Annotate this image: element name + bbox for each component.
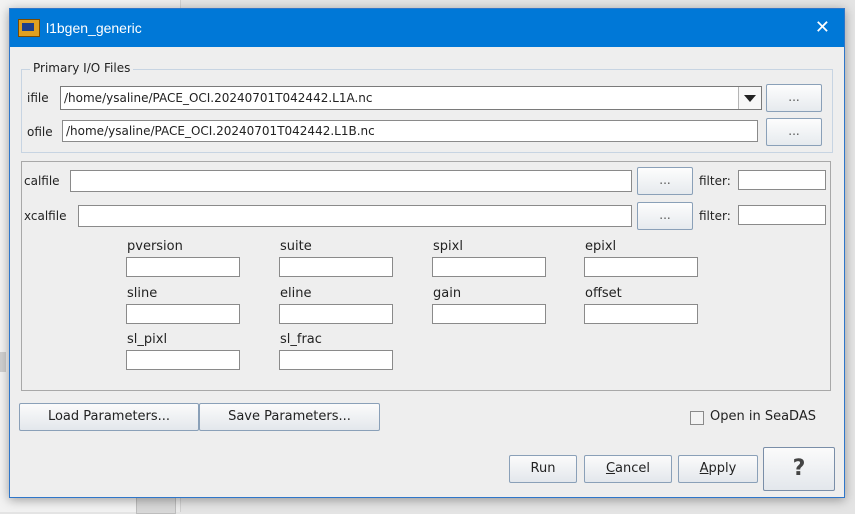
primary-io-group: Primary I/O Files ifile /home/ysaline/PA…	[21, 61, 833, 153]
sl-frac-input[interactable]	[279, 350, 393, 370]
xcalfile-label: xcalfile	[24, 209, 67, 223]
xcalfile-filter-field[interactable]	[738, 205, 826, 225]
ifile-combobox[interactable]: /home/ysaline/PACE_OCI.20240701T042442.L…	[60, 86, 762, 110]
chevron-down-icon[interactable]	[738, 87, 761, 109]
calfile-browse-button[interactable]: ...	[637, 167, 693, 195]
calfile-filter-field[interactable]	[738, 170, 826, 190]
spixl-input[interactable]	[432, 257, 546, 277]
spixl-label: spixl	[433, 239, 463, 254]
sl-frac-label: sl_frac	[280, 332, 322, 347]
sl-pixl-input[interactable]	[126, 350, 240, 370]
primary-io-legend: Primary I/O Files	[30, 61, 134, 75]
offset-input[interactable]	[584, 304, 698, 324]
ifile-browse-button[interactable]: ...	[766, 84, 822, 112]
pversion-label: pversion	[127, 239, 183, 254]
ifile-value: /home/ysaline/PACE_OCI.20240701T042442.L…	[64, 91, 373, 105]
calfile-field[interactable]	[70, 170, 632, 192]
calfile-label: calfile	[24, 174, 60, 188]
gain-input[interactable]	[432, 304, 546, 324]
load-parameters-button[interactable]: Load Parameters...	[19, 403, 199, 431]
sline-label: sline	[127, 286, 158, 301]
ofile-field[interactable]: /home/ysaline/PACE_OCI.20240701T042442.L…	[62, 120, 758, 142]
eline-label: eline	[280, 286, 312, 301]
calfile-filter-label: filter:	[699, 174, 731, 188]
eline-input[interactable]	[279, 304, 393, 324]
window-title: l1bgen_generic	[46, 20, 142, 36]
save-parameters-button[interactable]: Save Parameters...	[199, 403, 380, 431]
seadas-app-icon	[18, 19, 40, 37]
ofile-label: ofile	[27, 125, 53, 139]
suite-input[interactable]	[279, 257, 393, 277]
apply-button[interactable]: Apply	[678, 455, 758, 483]
ifile-label: ifile	[27, 91, 49, 105]
background-edge	[0, 352, 6, 372]
epixl-label: epixl	[585, 239, 617, 254]
gain-label: gain	[433, 286, 462, 301]
pversion-input[interactable]	[126, 257, 240, 277]
ofile-value: /home/ysaline/PACE_OCI.20240701T042442.L…	[66, 124, 375, 138]
close-icon[interactable]: ✕	[815, 17, 830, 38]
help-button[interactable]: ?	[763, 447, 835, 491]
epixl-input[interactable]	[584, 257, 698, 277]
xcalfile-filter-label: filter:	[699, 209, 731, 223]
title-bar[interactable]: l1bgen_generic ✕	[10, 9, 844, 47]
open-in-seadas-checkbox[interactable]	[690, 411, 704, 425]
l1bgen-dialog: l1bgen_generic ✕ Primary I/O Files ifile…	[9, 8, 845, 498]
ofile-browse-button[interactable]: ...	[766, 118, 822, 146]
offset-label: offset	[585, 286, 622, 301]
parameters-group: calfile ... filter: xcalfile ... filter:…	[21, 161, 831, 391]
run-button[interactable]: Run	[509, 455, 577, 483]
dialog-content: Primary I/O Files ifile /home/ysaline/PA…	[10, 47, 844, 497]
sl-pixl-label: sl_pixl	[127, 332, 168, 347]
suite-label: suite	[280, 239, 312, 254]
xcalfile-browse-button[interactable]: ...	[637, 202, 693, 230]
open-in-seadas-label: Open in SeaDAS	[710, 409, 816, 424]
cancel-button[interactable]: Cancel	[584, 455, 672, 483]
sline-input[interactable]	[126, 304, 240, 324]
xcalfile-field[interactable]	[78, 205, 632, 227]
